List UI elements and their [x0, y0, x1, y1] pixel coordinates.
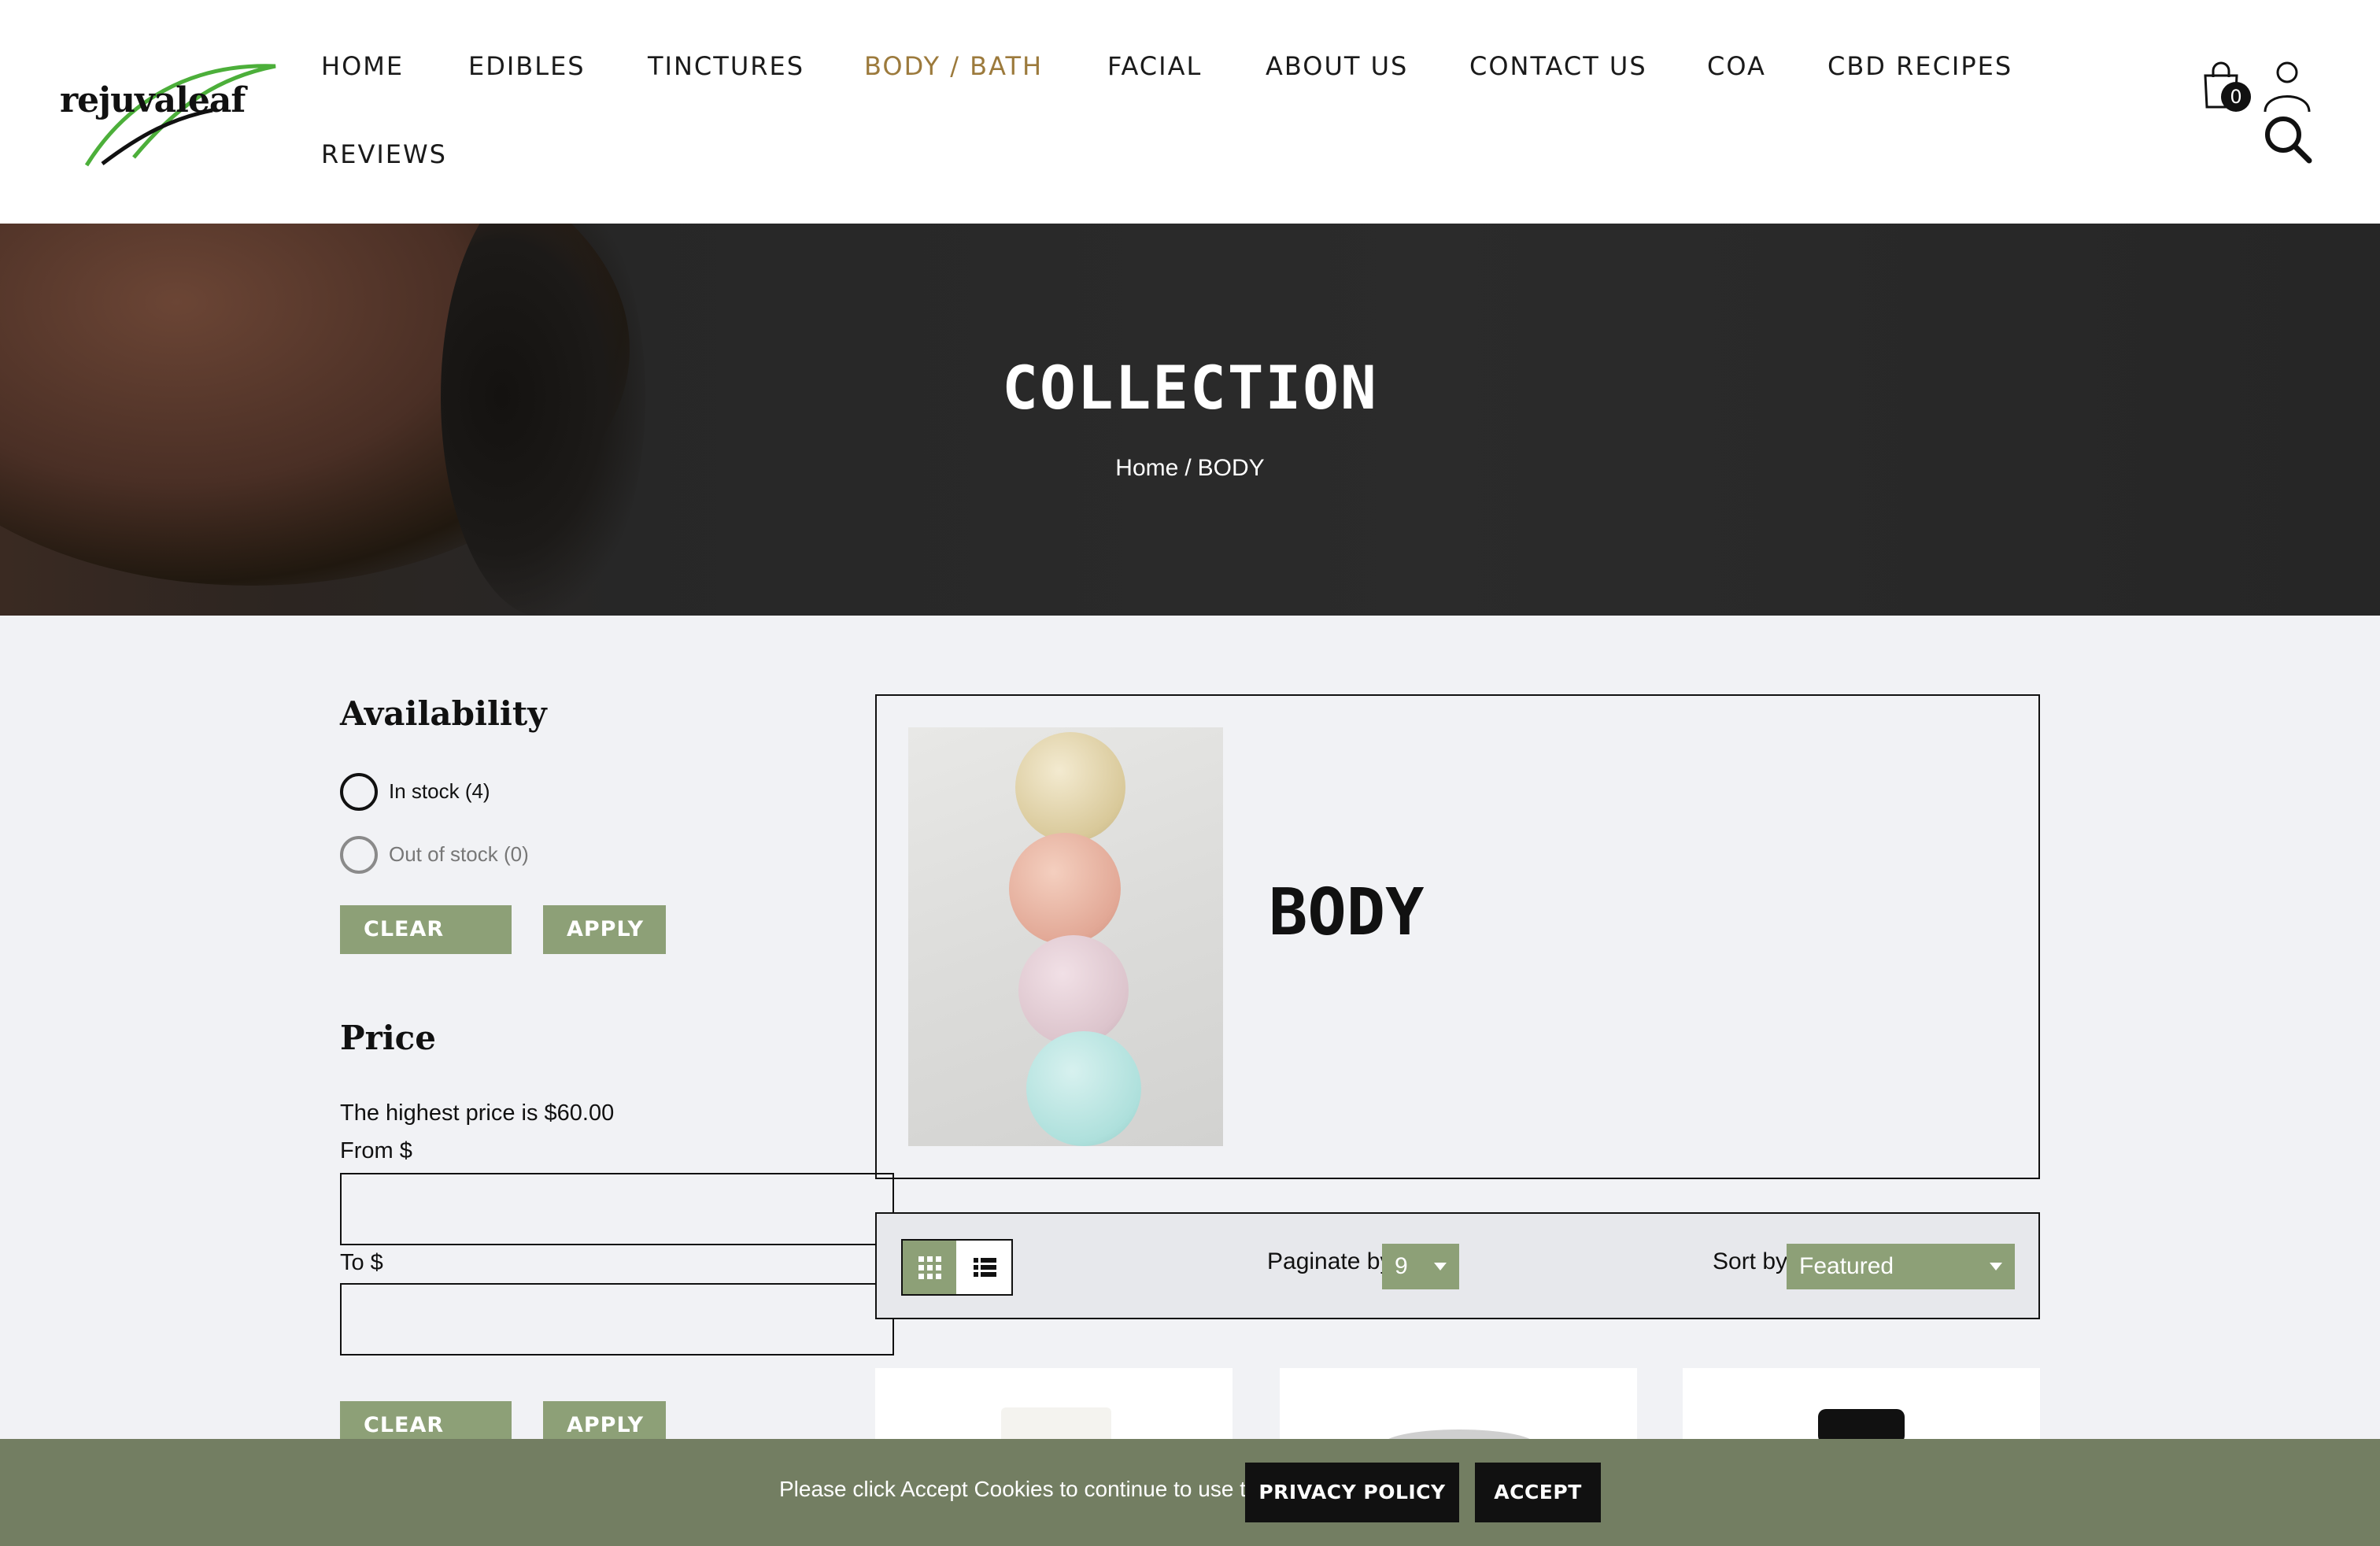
nav-tinctures[interactable]: TINCTURES — [648, 50, 804, 82]
nav-cbd-recipes[interactable]: CBD RECIPES — [1828, 50, 2012, 82]
collection-title: BODY — [1269, 875, 1425, 950]
out-of-stock-radio[interactable] — [340, 836, 378, 874]
price-to-input[interactable] — [340, 1283, 894, 1356]
site-logo[interactable]: rejuvaleaf — [55, 55, 283, 173]
hero-title: COLLECTION — [1002, 353, 1378, 423]
sort-select[interactable]: Featured — [1787, 1244, 2015, 1289]
list-view-icon[interactable] — [958, 1241, 1011, 1294]
price-to-label: To $ — [340, 1250, 383, 1275]
paginate-select[interactable]: 9 — [1382, 1244, 1459, 1289]
cookie-message: Please click Accept Cookies to continue … — [779, 1477, 1318, 1501]
breadcrumb-separator: / — [1184, 455, 1192, 481]
nav-contact-us[interactable]: CONTACT US — [1469, 50, 1647, 82]
sort-value: Featured — [1799, 1253, 1894, 1279]
price-from-input[interactable] — [340, 1173, 894, 1245]
highest-price-text: The highest price is $60.00 — [340, 1100, 615, 1126]
nav-edibles[interactable]: EDIBLES — [468, 50, 586, 82]
account-icon[interactable] — [2262, 60, 2312, 117]
availability-apply-button[interactable]: APPLY — [543, 905, 666, 954]
breadcrumb: Home / BODY — [0, 455, 2380, 482]
in-stock-radio[interactable] — [340, 773, 378, 811]
nav-reviews[interactable]: REVIEWS — [321, 139, 447, 170]
paginate-label: Paginate by — [1267, 1248, 1392, 1274]
out-of-stock-label: Out of stock (0) — [389, 842, 529, 866]
in-stock-label: In stock (4) — [389, 779, 490, 803]
site-header: rejuvaleaf HOME EDIBLES TINCTURES BODY /… — [0, 0, 2380, 224]
accept-cookies-button[interactable]: ACCEPT — [1475, 1463, 1601, 1522]
cart-count-badge: 0 — [2221, 82, 2251, 112]
bath-bomb-peach — [1009, 833, 1121, 945]
availability-clear-button[interactable]: CLEAR — [340, 905, 512, 954]
sort-label: Sort by — [1713, 1248, 1788, 1274]
chevron-down-icon — [1434, 1263, 1447, 1270]
nav-body-bath[interactable]: BODY / BATH — [864, 50, 1043, 82]
paginate-value: 9 — [1395, 1253, 1408, 1279]
availability-heading: Availability — [340, 694, 547, 733]
breadcrumb-current: BODY — [1197, 455, 1265, 481]
price-heading: Price — [340, 1019, 436, 1057]
grid-view-icon[interactable] — [903, 1241, 956, 1294]
collection-image — [908, 727, 1223, 1146]
nav-about-us[interactable]: ABOUT US — [1266, 50, 1408, 82]
nav-facial[interactable]: FACIAL — [1107, 50, 1202, 82]
logo-text: rejuvaleaf — [60, 80, 246, 120]
nav-coa[interactable]: COA — [1707, 50, 1766, 82]
price-from-label: From $ — [340, 1138, 412, 1163]
bath-bomb-pink — [1018, 935, 1129, 1045]
bath-bomb-mint — [1026, 1031, 1141, 1146]
nav-home[interactable]: HOME — [321, 50, 404, 82]
bath-bomb-yellow — [1015, 732, 1125, 842]
privacy-policy-button[interactable]: PRIVACY POLICY — [1245, 1463, 1459, 1522]
breadcrumb-home-link[interactable]: Home — [1115, 455, 1178, 481]
chevron-down-icon — [1990, 1263, 2002, 1270]
search-icon[interactable] — [2262, 115, 2314, 167]
